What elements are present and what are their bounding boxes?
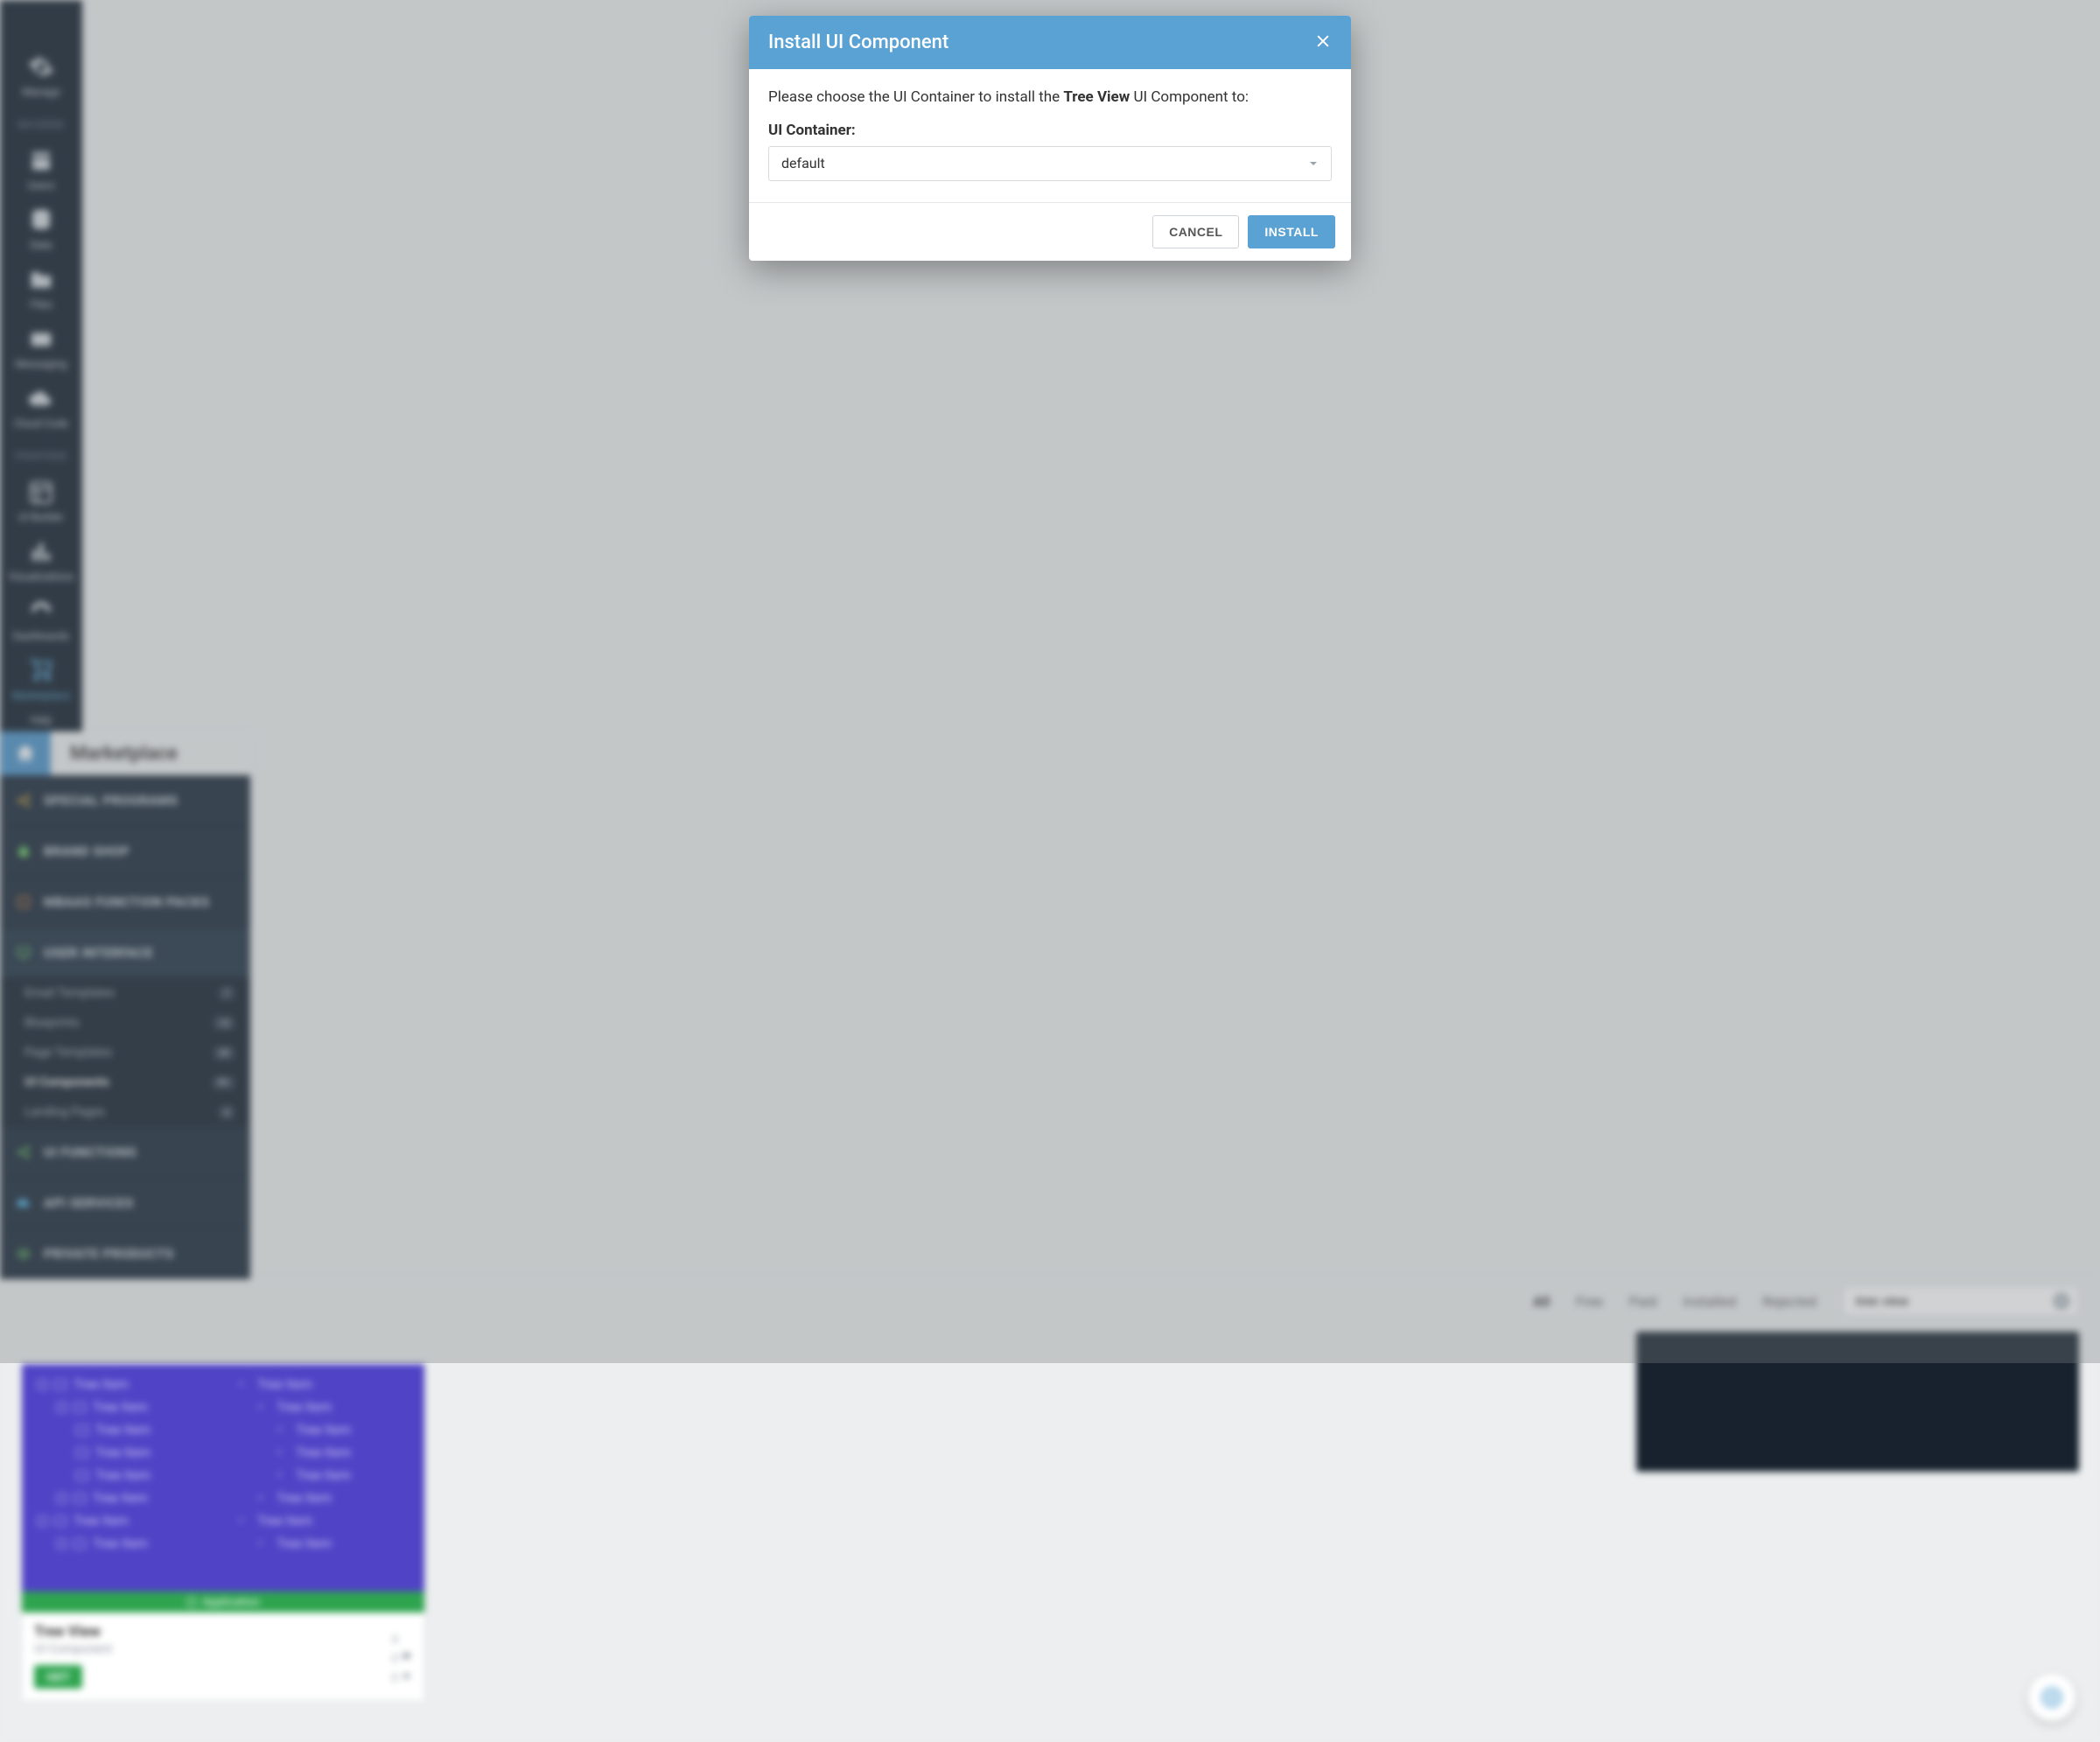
card-title: Tree View — [34, 1623, 112, 1641]
card-subtitle: UI Component — [34, 1642, 112, 1656]
comment-icon — [401, 1651, 412, 1662]
download-icon — [401, 1632, 412, 1643]
lifebuoy-icon — [2040, 1685, 2064, 1710]
close-icon — [1314, 32, 1332, 50]
cancel-button[interactable]: CANCEL — [1152, 215, 1239, 248]
card-strip: Application — [22, 1592, 424, 1613]
ui-container-label: UI Container: — [768, 122, 1332, 139]
chevron-down-icon — [1308, 158, 1319, 169]
star-icon — [401, 1670, 412, 1682]
help-fab[interactable] — [2028, 1674, 2076, 1721]
install-modal: Install UI Component Please choose the U… — [749, 16, 1351, 261]
get-button[interactable]: GET — [34, 1665, 82, 1689]
modal-footer: CANCEL INSTALL — [749, 202, 1351, 261]
modal-header: Install UI Component — [749, 16, 1351, 69]
card-stats: 4 0 0 — [391, 1631, 412, 1689]
app-icon — [186, 1597, 197, 1607]
modal-body: Please choose the UI Container to instal… — [749, 69, 1351, 202]
ui-container-select[interactable]: default — [768, 146, 1332, 181]
select-value: default — [781, 155, 825, 171]
card-preview: Tree Item Tree Item Tree Item Tree Item … — [22, 1364, 424, 1592]
modal-instruction: Please choose the UI Container to instal… — [768, 87, 1332, 109]
product-card[interactable]: Tree Item Tree Item Tree Item Tree Item … — [21, 1363, 425, 1702]
modal-close-button[interactable] — [1314, 32, 1332, 53]
modal-title: Install UI Component — [768, 31, 948, 53]
install-button[interactable]: INSTALL — [1248, 215, 1335, 248]
